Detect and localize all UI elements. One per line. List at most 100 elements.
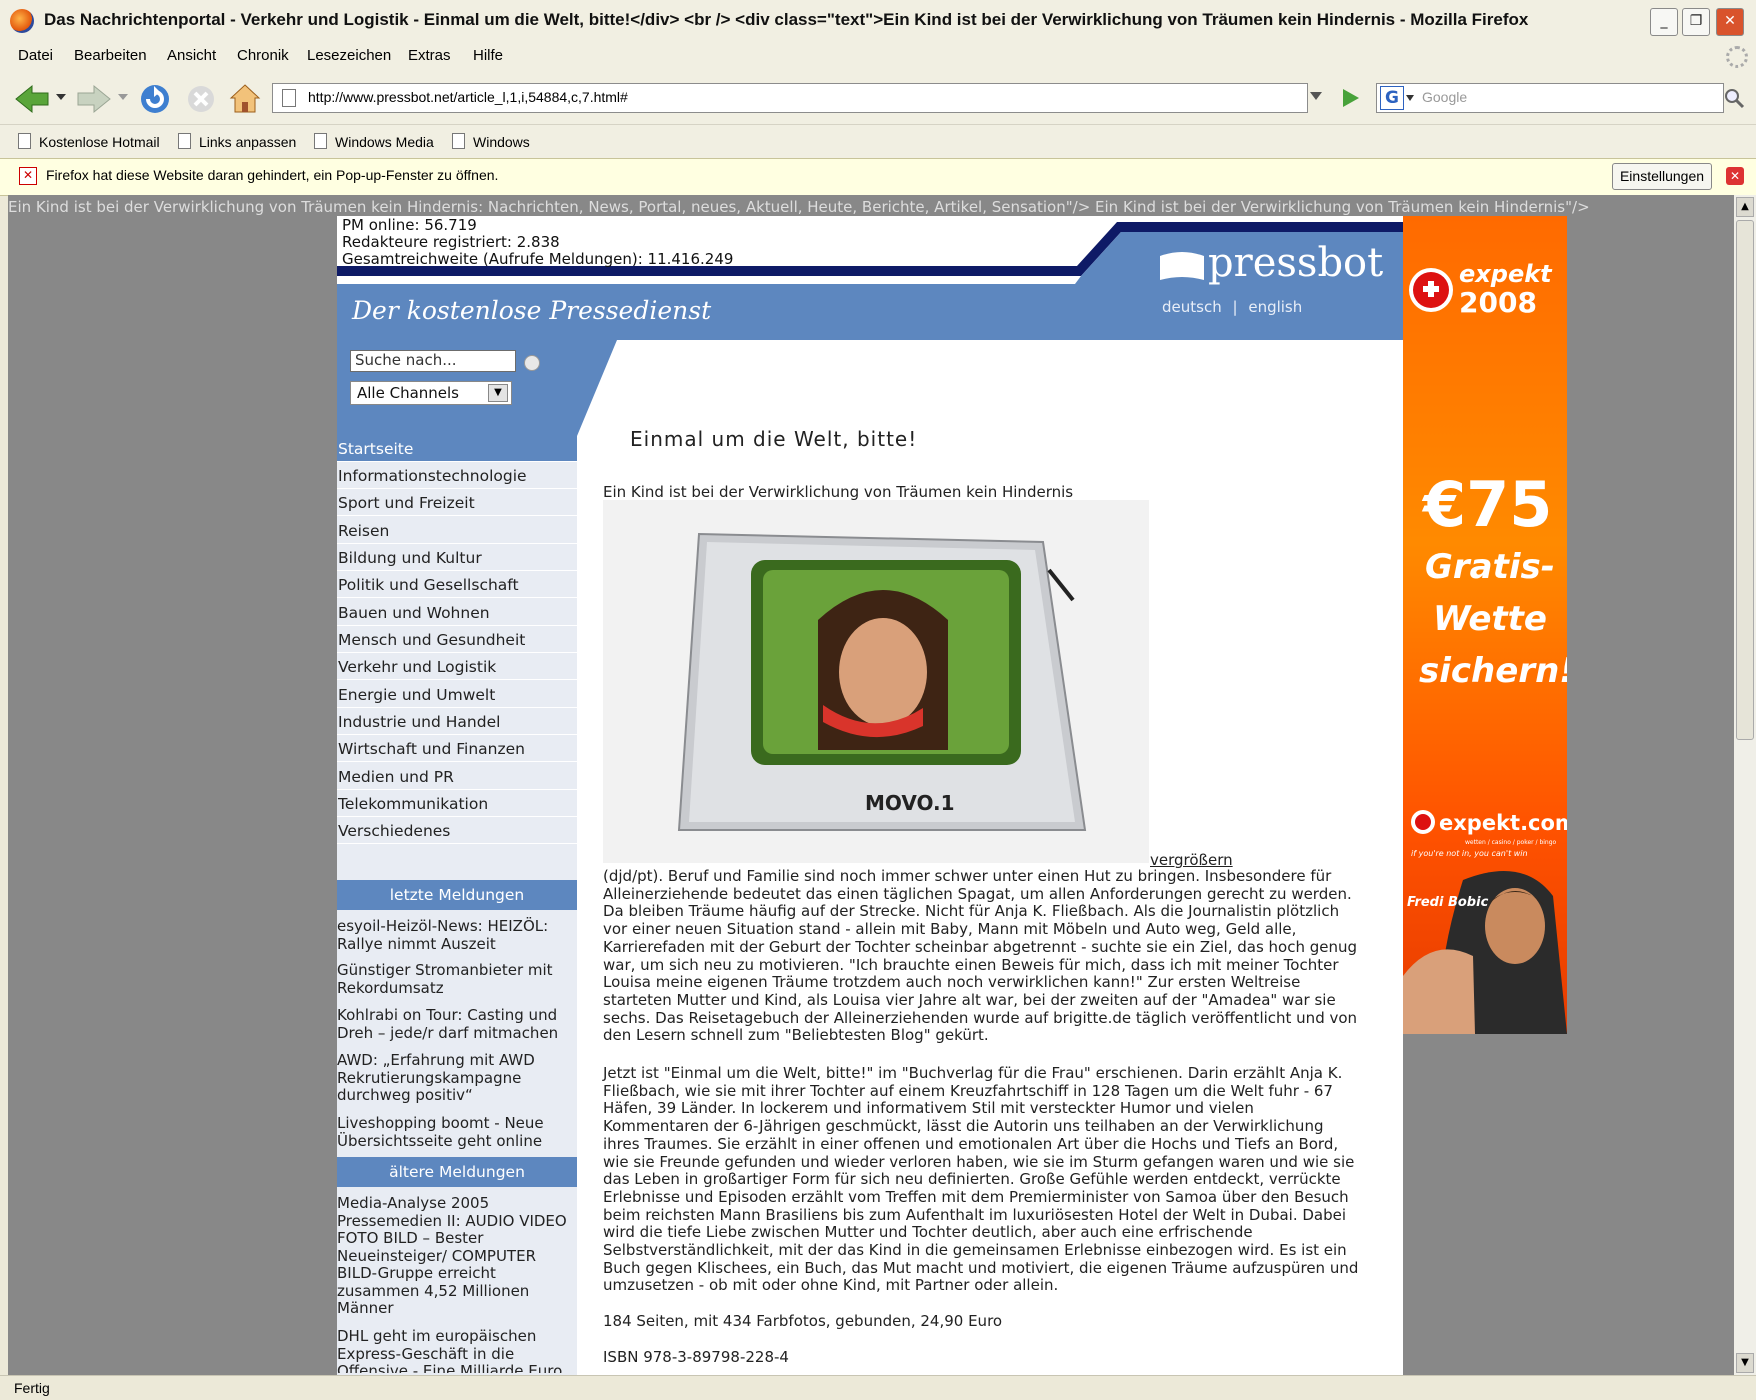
sidebar-item-medien[interactable]: Medien und PR — [337, 764, 577, 790]
menu-bearbeiten[interactable]: Bearbeiten — [74, 47, 147, 64]
lang-deutsch-link[interactable]: deutsch — [1162, 298, 1222, 316]
sidebar-item-it[interactable]: Informationstechnologie — [337, 463, 577, 489]
latest-news-item[interactable]: Kohlrabi on Tour: Casting und Dreh – jed… — [337, 1006, 577, 1042]
article-isbn: ISBN 978-3-89798-228-4 — [603, 1348, 789, 1366]
article-paragraph: (djd/pt). Beruf und Familie sind noch im… — [603, 867, 1358, 1045]
bookmark-page-icon — [18, 133, 31, 149]
bookmark-page-icon — [178, 133, 191, 149]
article-subtitle: Ein Kind ist bei der Verwirklichung von … — [603, 483, 1074, 501]
ad-tagline: if you're not in, you can't win — [1411, 849, 1528, 858]
ad-graphics: expekt 2008 €75 Gratis- Wette sichern! e… — [1403, 260, 1567, 1034]
article-photo[interactable]: MOVO.1 — [603, 500, 1149, 863]
search-go-icon[interactable] — [524, 355, 540, 371]
popup-blocked-icon: ✕ — [19, 167, 37, 185]
sidebar-item-wirtschaft[interactable]: Wirtschaft und Finanzen — [337, 736, 577, 762]
ad-line3: sichern! — [1419, 651, 1567, 691]
article-paragraph: Jetzt ist "Einmal um die Welt, bitte!" i… — [603, 1064, 1359, 1295]
scrollbar-thumb[interactable] — [1736, 220, 1754, 740]
status-bar — [0, 1375, 1756, 1400]
search-magnifier-icon[interactable] — [1722, 86, 1746, 110]
older-news-heading: ältere Meldungen — [337, 1157, 577, 1187]
sidebar-item-bildung[interactable]: Bildung und Kultur — [337, 545, 577, 571]
ad-line2: Wette — [1433, 599, 1547, 639]
back-arrow-icon[interactable] — [14, 84, 50, 114]
popup-close-icon[interactable]: ✕ — [1726, 167, 1744, 185]
home-icon[interactable] — [228, 82, 262, 114]
reload-icon[interactable] — [138, 82, 172, 116]
advertisement-banner[interactable]: expekt 2008 €75 Gratis- Wette sichern! e… — [1403, 216, 1567, 1034]
sidebar-item-politik[interactable]: Politik und Gesellschaft — [337, 572, 577, 598]
bookmark-page-icon — [314, 133, 327, 149]
menu-lesezeichen[interactable]: Lesezeichen — [307, 47, 391, 64]
back-dropdown-icon[interactable] — [56, 94, 66, 102]
latest-news-item[interactable]: AWD: „Erfahrung mit AWD Rekrutierungskam… — [337, 1051, 577, 1105]
photo-brand-label: MOVO.1 — [865, 791, 955, 815]
sidebar-item-startseite[interactable]: Startseite — [337, 436, 577, 462]
chevron-down-icon[interactable]: ▼ — [488, 384, 508, 402]
menu-hilfe[interactable]: Hilfe — [473, 47, 503, 64]
bookmark-hotmail[interactable]: Kostenlose Hotmail — [18, 133, 160, 150]
status-text: Fertig — [14, 1380, 50, 1396]
language-switch: deutsch | english — [1162, 298, 1302, 316]
sidebar-item-energie[interactable]: Energie und Umwelt — [337, 682, 577, 708]
older-news-item[interactable]: Media-Analyse 2005 Pressemedien II: AUDI… — [337, 1194, 577, 1318]
window-title: Das Nachrichtenportal - Verkehr und Logi… — [44, 10, 1529, 29]
latest-news-item[interactable]: Liveshopping boomt - Neue Übersichtsseit… — [337, 1114, 577, 1150]
lang-separator: | — [1232, 298, 1238, 316]
sidebar-item-mensch[interactable]: Mensch und Gesundheit — [337, 627, 577, 653]
pressbot-logo-text[interactable]: pressbot — [1208, 240, 1383, 286]
bookmark-label: Links anpassen — [199, 134, 297, 150]
menu-ansicht[interactable]: Ansicht — [167, 47, 216, 64]
scroll-down-icon[interactable]: ▼ — [1736, 1353, 1754, 1373]
site-search-input[interactable]: Suche nach... — [350, 350, 516, 372]
popup-blocked-message: Firefox hat diese Website daran gehinder… — [46, 167, 499, 183]
lang-english-link[interactable]: english — [1248, 298, 1302, 316]
bookmark-label: Windows — [473, 134, 530, 150]
ad-person-name: Fredi Bobic — [1407, 895, 1489, 910]
ad-line1: Gratis- — [1425, 547, 1555, 587]
popup-settings-button[interactable]: Einstellungen — [1612, 163, 1712, 190]
leaked-meta-text: Ein Kind ist bei der Verwirklichung von … — [8, 198, 1590, 216]
sidebar-item-verkehr[interactable]: Verkehr und Logistik — [337, 654, 577, 680]
sidebar-item-sport[interactable]: Sport und Freizeit — [337, 490, 577, 516]
bookmark-label: Windows Media — [335, 134, 434, 150]
stop-icon[interactable] — [186, 84, 216, 114]
throbber-icon — [1726, 46, 1748, 68]
close-button[interactable]: ✕ — [1716, 8, 1744, 36]
bookmark-windows-media[interactable]: Windows Media — [314, 133, 434, 150]
forward-arrow-icon[interactable] — [76, 84, 112, 114]
search-placeholder[interactable]: Google — [1422, 89, 1467, 105]
go-arrow-icon[interactable] — [1338, 86, 1362, 110]
ad-brand-bottom: expekt.com — [1439, 811, 1567, 835]
article-title: Einmal um die Welt, bitte! — [630, 427, 918, 451]
bookmark-links-anpassen[interactable]: Links anpassen — [178, 133, 296, 150]
older-news-item[interactable]: DHL geht im europäischen Express-Geschäf… — [337, 1328, 577, 1373]
sidebar-item-verschiedenes[interactable]: Verschiedenes — [337, 818, 577, 844]
sidebar-item-industrie[interactable]: Industrie und Handel — [337, 709, 577, 735]
latest-news-heading: letzte Meldungen — [337, 880, 577, 910]
sidebar-item-bauen[interactable]: Bauen und Wohnen — [337, 600, 577, 626]
google-engine-icon[interactable]: G — [1380, 86, 1404, 110]
url-text[interactable]: http://www.pressbot.net/article_l,1,i,54… — [308, 89, 628, 105]
menu-extras[interactable]: Extras — [408, 47, 451, 64]
stat-reach: Gesamtreichweite (Aufrufe Meldungen): 11… — [342, 250, 734, 268]
minimize-button[interactable]: _ — [1650, 8, 1678, 36]
bookmark-windows[interactable]: Windows — [452, 133, 530, 150]
engine-dropdown-icon[interactable] — [1406, 95, 1414, 101]
scroll-up-icon[interactable]: ▲ — [1736, 197, 1754, 217]
stat-editors: Redakteure registriert: 2.838 — [342, 233, 560, 251]
menu-datei[interactable]: Datei — [18, 47, 53, 64]
latest-news-item[interactable]: Günstiger Stromanbieter mit Rekordumsatz — [337, 961, 577, 997]
article-paragraph: 184 Seiten, mit 434 Farbfotos, gebunden,… — [603, 1312, 1003, 1330]
firefox-logo-icon — [10, 9, 34, 33]
site-slogan: Der kostenlose Pressedienst — [352, 296, 712, 325]
forward-dropdown-icon[interactable] — [118, 94, 128, 102]
menu-chronik[interactable]: Chronik — [237, 47, 289, 64]
latest-news-item[interactable]: esyoil-Heizöl-News: HEIZÖL: Rallye nimmt… — [337, 917, 577, 953]
sidebar-item-reisen[interactable]: Reisen — [337, 518, 577, 544]
ad-tagline-small: wetten / casino / poker / bingo — [1465, 839, 1557, 846]
restore-button[interactable]: ❐ — [1682, 8, 1710, 36]
url-dropdown-icon[interactable] — [1310, 92, 1322, 102]
page-icon — [282, 89, 296, 107]
sidebar-item-telekom[interactable]: Telekommunikation — [337, 791, 577, 817]
